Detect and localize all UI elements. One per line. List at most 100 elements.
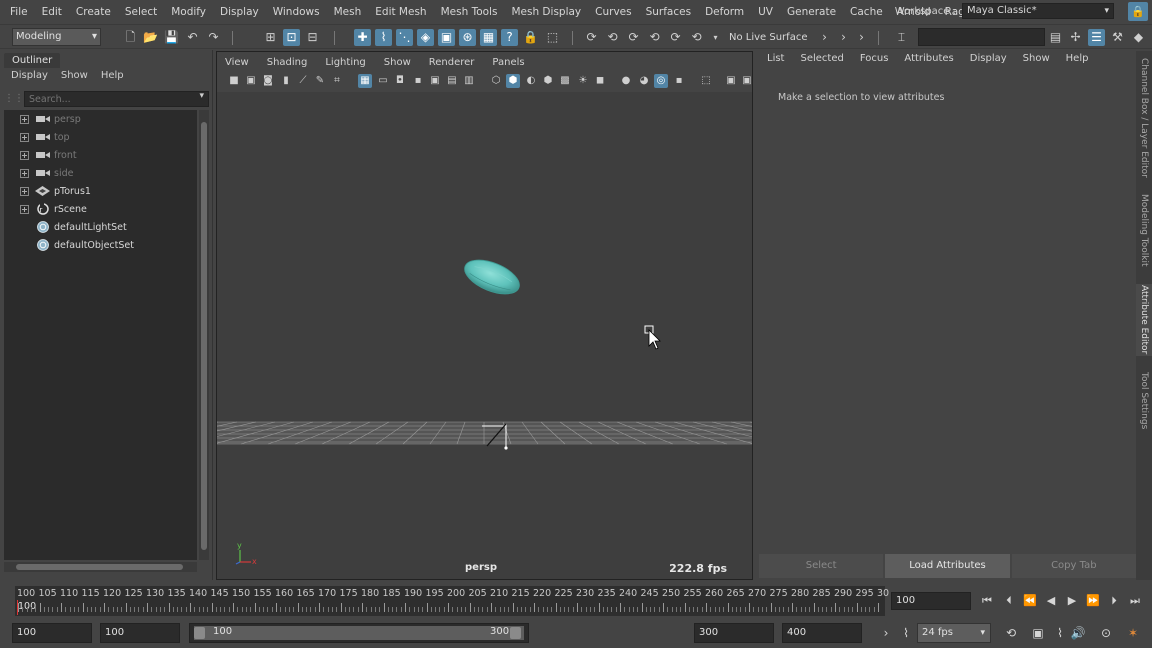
- attribute-editor-menu-list[interactable]: List: [756, 53, 792, 69]
- outliner-tab[interactable]: Outliner: [4, 53, 61, 68]
- outliner-item[interactable]: defaultObjectSet: [4, 236, 197, 254]
- attribute-editor-menu-selected[interactable]: Selected: [792, 53, 851, 69]
- menu-create[interactable]: Create: [69, 6, 118, 18]
- snap-live-icon[interactable]: ⊛: [459, 29, 476, 46]
- open-scene-icon[interactable]: 📂: [142, 29, 159, 46]
- attribute-editor-menu-display[interactable]: Display: [962, 53, 1015, 69]
- expand-icon[interactable]: [20, 168, 29, 178]
- wireframe-icon[interactable]: ⬡: [489, 74, 503, 88]
- outliner-menu-help[interactable]: Help: [94, 70, 130, 84]
- viewport-menu-lighting[interactable]: Lighting: [316, 57, 374, 68]
- range-start-handle[interactable]: [194, 627, 205, 639]
- chevron-right-icon[interactable]: ›: [876, 623, 896, 643]
- copy-tab-button[interactable]: Copy Tab: [1011, 554, 1136, 578]
- grid-icon[interactable]: ⌗: [330, 74, 344, 88]
- outliner-menu-show[interactable]: Show: [54, 70, 94, 84]
- snap-grid-icon[interactable]: ✚: [354, 29, 371, 46]
- expand-icon[interactable]: [20, 132, 29, 142]
- redo-icon[interactable]: ↷: [205, 29, 222, 46]
- outliner-vertical-scrollbar[interactable]: [199, 110, 209, 560]
- torus-mesh[interactable]: [460, 253, 524, 301]
- menu-surfaces[interactable]: Surfaces: [639, 6, 698, 18]
- camera-icon[interactable]: ■: [227, 74, 241, 88]
- select-button[interactable]: Select: [759, 554, 884, 578]
- auto-key-icon[interactable]: ⊙: [1096, 623, 1116, 643]
- menu-deform[interactable]: Deform: [698, 6, 751, 18]
- cache-playback-icon[interactable]: ▣: [1028, 623, 1048, 643]
- select-hierarchy-icon[interactable]: ⊞: [262, 29, 279, 46]
- select-tool-icon[interactable]: ⬚: [544, 29, 561, 46]
- play-backwards-icon[interactable]: ◀: [1042, 592, 1060, 610]
- field-chart-icon[interactable]: ▣: [428, 74, 442, 88]
- shadows-icon[interactable]: ◼: [593, 74, 607, 88]
- attribute-editor-menu-show[interactable]: Show: [1015, 53, 1058, 69]
- step-back-key-icon[interactable]: ⏪: [1021, 592, 1039, 610]
- viewport-scene[interactable]: y x persp 222.8 fps: [217, 92, 752, 579]
- expand-icon[interactable]: [20, 114, 29, 124]
- load-attributes-button[interactable]: Load Attributes: [885, 554, 1010, 578]
- time-slider-track[interactable]: 100 100105110115120125130135140145150155…: [15, 586, 889, 616]
- new-scene-icon[interactable]: 🗋: [122, 29, 139, 46]
- outliner-horizontal-scrollbar[interactable]: [4, 562, 197, 572]
- playback-end-field[interactable]: 300: [694, 623, 774, 643]
- current-frame-field[interactable]: 100: [891, 592, 971, 610]
- outliner-search-input[interactable]: [24, 91, 209, 107]
- show-hud-icon[interactable]: ▤: [1047, 29, 1064, 46]
- select-component-icon[interactable]: ⊟: [304, 29, 321, 46]
- depth-of-field-icon[interactable]: ▪: [672, 74, 686, 88]
- animation-preferences-icon[interactable]: ✶: [1123, 623, 1143, 643]
- outliner-item[interactable]: defaultLightSet: [4, 218, 197, 236]
- step-back-frame-icon[interactable]: ⏴: [1000, 592, 1018, 610]
- go-to-start-icon[interactable]: ⏮: [978, 592, 996, 610]
- menu-display[interactable]: Display: [213, 6, 266, 18]
- go-to-end-icon[interactable]: ⏭: [1126, 592, 1144, 610]
- wireframe-on-shaded-icon[interactable]: ⬢: [541, 74, 555, 88]
- menu-generate[interactable]: Generate: [780, 6, 843, 18]
- smooth-shade-icon[interactable]: ⬢: [506, 74, 520, 88]
- expand-icon[interactable]: [20, 150, 29, 160]
- range-end-handle[interactable]: [510, 627, 521, 639]
- menu-modify[interactable]: Modify: [164, 6, 213, 18]
- menu-set-dropdown[interactable]: Modeling ▾: [12, 28, 101, 46]
- channel-box-icon[interactable]: ◆: [1130, 29, 1147, 46]
- chevron-down-icon[interactable]: ▾: [199, 91, 204, 101]
- wireframe-grid-icon[interactable]: ▦: [358, 74, 372, 88]
- gate-mask-icon[interactable]: ▪: [411, 74, 425, 88]
- snap-point-icon[interactable]: ⋱: [396, 29, 413, 46]
- outliner-item[interactable]: persp: [4, 110, 197, 128]
- animation-end-field[interactable]: 400: [782, 623, 862, 643]
- magnet-live-icon[interactable]: ⟲: [688, 29, 705, 46]
- resolution-gate-icon[interactable]: ◘: [393, 74, 407, 88]
- attribute-editor-menu-attributes[interactable]: Attributes: [896, 53, 961, 69]
- menu-mesh-tools[interactable]: Mesh Tools: [434, 6, 505, 18]
- viewport-menu-view[interactable]: View: [217, 57, 258, 68]
- outliner-menu-display[interactable]: Display: [0, 70, 54, 84]
- sound-icon[interactable]: 🔊: [1068, 623, 1088, 643]
- isolate-select-icon[interactable]: ⬚: [699, 74, 713, 88]
- expand-icon[interactable]: [20, 204, 29, 214]
- motion-blur-icon[interactable]: ◕: [637, 74, 651, 88]
- viewport-menu-renderer[interactable]: Renderer: [420, 57, 484, 68]
- outliner-item[interactable]: pTorus1: [4, 182, 197, 200]
- playback-start-field[interactable]: 100: [100, 623, 180, 643]
- menu-windows[interactable]: Windows: [266, 6, 327, 18]
- tab-channel-box[interactable]: Channel Box / Layer Editor: [1136, 58, 1152, 178]
- tool-settings-icon[interactable]: ⚒: [1109, 29, 1126, 46]
- live-surface-field[interactable]: No Live Surface: [725, 29, 817, 46]
- menu-uv[interactable]: UV: [751, 6, 780, 18]
- render-view-icon[interactable]: ▦: [480, 29, 497, 46]
- chevron-right-icon[interactable]: ›: [816, 29, 833, 46]
- tab-attribute-editor[interactable]: Attribute Editor: [1136, 284, 1152, 356]
- lock-icon[interactable]: 🔒: [522, 29, 539, 46]
- menu-mesh-display[interactable]: Mesh Display: [504, 6, 588, 18]
- menu-select[interactable]: Select: [118, 6, 164, 18]
- outliner-item[interactable]: front: [4, 146, 197, 164]
- filter-icon[interactable]: ⋮⋮: [4, 91, 24, 107]
- magnet-point-icon[interactable]: ⟳: [625, 29, 642, 46]
- chevron-right-icon[interactable]: ›: [853, 29, 870, 46]
- attribute-editor-menu-focus[interactable]: Focus: [852, 53, 897, 69]
- safe-title-icon[interactable]: ▥: [462, 74, 476, 88]
- magnet-surface-icon[interactable]: ⟳: [667, 29, 684, 46]
- menu-curves[interactable]: Curves: [588, 6, 638, 18]
- snap-curve-icon[interactable]: ⌇: [375, 29, 392, 46]
